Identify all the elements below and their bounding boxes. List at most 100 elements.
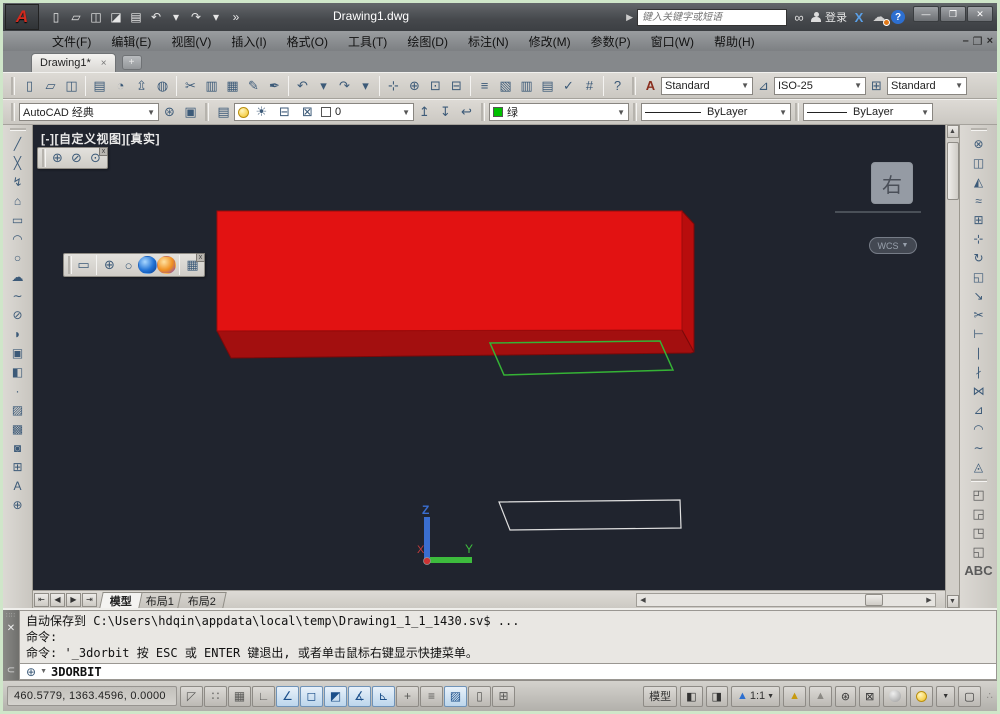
prev-tab-icon[interactable]: ◀: [50, 592, 65, 607]
model-space[interactable]: Z X Y: [33, 125, 945, 590]
help-icon[interactable]: ?: [607, 76, 628, 96]
revision-cloud-icon[interactable]: ☁: [7, 267, 29, 286]
toolbar-grip[interactable]: [68, 256, 72, 274]
next-tab-icon[interactable]: ▶: [66, 592, 81, 607]
match-properties-icon[interactable]: ✎: [243, 76, 264, 96]
qsave-icon[interactable]: ◫: [61, 76, 82, 96]
insert-block-icon[interactable]: ▣: [7, 343, 29, 362]
add-selected-icon[interactable]: ⊕: [7, 495, 29, 514]
open-icon[interactable]: ▱: [40, 76, 61, 96]
doc-close-button[interactable]: ×: [987, 35, 993, 48]
table-style-icon[interactable]: ⊞: [866, 76, 887, 96]
command-input-row[interactable]: ⊕ ▼ 3DORBIT: [19, 663, 997, 680]
toolbar-grip[interactable]: [205, 103, 209, 121]
transparency-display-icon[interactable]: ▨: [444, 685, 467, 707]
hatch-icon[interactable]: ▨: [7, 400, 29, 419]
menu-help[interactable]: 帮助(H): [705, 31, 764, 52]
zoom-previous-icon[interactable]: ⊟: [446, 76, 467, 96]
scale-icon[interactable]: ◱: [968, 267, 990, 286]
scroll-down-icon[interactable]: ▼: [946, 595, 959, 608]
polygon-icon[interactable]: ⌂: [7, 191, 29, 210]
command-customize-icon[interactable]: ⊂: [7, 665, 15, 676]
polar-tracking-icon[interactable]: ∠: [276, 685, 299, 707]
toolbar-grip[interactable]: [42, 149, 46, 167]
layout-tab-模型[interactable]: 模型: [99, 591, 143, 608]
lineweight-display-icon[interactable]: ≡: [420, 685, 443, 707]
doc-restore-button[interactable]: ❐: [973, 35, 983, 48]
color-combo[interactable]: 绿 ▼: [489, 103, 629, 121]
ellipse-icon[interactable]: ⊘: [7, 305, 29, 324]
arc-icon[interactable]: ◠: [7, 229, 29, 248]
erase-icon[interactable]: ⊗: [968, 134, 990, 153]
first-tab-icon[interactable]: ⇤: [34, 592, 49, 607]
blend-curves-icon[interactable]: ∼: [968, 438, 990, 457]
chamfer-icon[interactable]: ⊿: [968, 400, 990, 419]
annotation-auto-scale-icon[interactable]: ▲: [808, 685, 832, 707]
workspace-combo[interactable]: AutoCAD 经典 ▼: [19, 103, 159, 121]
layer-match-icon[interactable]: ↧: [435, 102, 456, 122]
scroll-right-icon[interactable]: ▶: [923, 594, 935, 606]
restore-button[interactable]: ❐: [940, 6, 966, 22]
exchange-apps-icon[interactable]: X: [851, 10, 867, 25]
paste-icon[interactable]: ▦: [222, 76, 243, 96]
dynamic-ucs-icon[interactable]: ⊾: [372, 685, 395, 707]
menu-window[interactable]: 窗口(W): [642, 31, 703, 52]
pan-icon[interactable]: ⊹: [383, 76, 404, 96]
layer-on-icon[interactable]: [238, 106, 249, 118]
workspace-settings-icon[interactable]: ⊛: [159, 102, 180, 122]
menu-dimension[interactable]: 标注(N): [459, 31, 518, 52]
dim-style-icon[interactable]: ⊿: [753, 76, 774, 96]
copy-icon[interactable]: ◫: [968, 153, 990, 172]
close-icon[interactable]: x: [196, 253, 205, 262]
autocad-logo[interactable]: A: [5, 4, 39, 30]
layer-properties-icon[interactable]: ▤: [213, 102, 234, 122]
command-window-close-icon[interactable]: ✕: [7, 623, 15, 634]
toolbar-grip[interactable]: [970, 128, 987, 131]
layer-freeze-icon[interactable]: ☀: [251, 102, 272, 122]
3d-wireframe-icon[interactable]: ⊕: [100, 256, 119, 274]
zoom-window-icon[interactable]: ⊡: [425, 76, 446, 96]
menu-format[interactable]: 格式(O): [278, 31, 337, 52]
toolbar-grip[interactable]: [9, 128, 26, 131]
horizontal-scrollbar[interactable]: ◀ ▶: [636, 593, 936, 607]
join-icon[interactable]: ⋈: [968, 381, 990, 400]
grid-display-icon[interactable]: ▦: [228, 685, 251, 707]
copy-clip-icon[interactable]: ▥: [201, 76, 222, 96]
scroll-up-icon[interactable]: ▲: [946, 125, 959, 138]
red-box-side-face[interactable]: [681, 209, 695, 353]
coordinates-display[interactable]: 460.5779, 1363.4596, 0.0000: [7, 686, 177, 706]
multiline-text-icon[interactable]: A: [7, 476, 29, 495]
quick-properties-icon[interactable]: ▯: [468, 685, 491, 707]
annotation-scale-button[interactable]: ▲ 1:1 ▼: [730, 685, 781, 707]
resize-grip[interactable]: ∴: [987, 691, 993, 702]
table-icon[interactable]: ⊞: [7, 457, 29, 476]
stretch-icon[interactable]: ↘: [968, 286, 990, 305]
menu-draw[interactable]: 绘图(D): [398, 31, 457, 52]
realistic-icon[interactable]: [138, 256, 157, 274]
white-parallelogram[interactable]: [498, 499, 682, 531]
snap-mode-icon[interactable]: ∷: [204, 685, 227, 707]
2d-wireframe-icon[interactable]: ▭: [74, 256, 93, 274]
line-icon[interactable]: ╱: [7, 134, 29, 153]
quick-view-layouts-icon[interactable]: ◧: [680, 685, 703, 707]
plot-icon[interactable]: ▤: [89, 76, 110, 96]
make-object-layer-current-icon[interactable]: ↥: [414, 102, 435, 122]
layer-combo[interactable]: ☀ ⊟ ⊠ 0 ▼: [234, 103, 414, 121]
quick-view-drawings-icon[interactable]: ◨: [705, 685, 728, 707]
polyline-icon[interactable]: ↯: [7, 172, 29, 191]
point-icon[interactable]: ·: [7, 381, 29, 400]
red-box-bottom-face[interactable]: [216, 329, 695, 359]
offset-icon[interactable]: ≈: [968, 191, 990, 210]
annotation-visibility-icon[interactable]: ▲: [783, 685, 806, 707]
menu-tools[interactable]: 工具(T): [339, 31, 396, 52]
toolbar-grip[interactable]: [970, 479, 987, 482]
send-to-back-icon[interactable]: ◲: [968, 504, 990, 523]
open-icon[interactable]: ▱: [67, 8, 85, 26]
layout-tab-布局2[interactable]: 布局2: [177, 591, 227, 608]
redo-icon[interactable]: ↷: [187, 8, 205, 26]
send-under-objects-icon[interactable]: ◱: [968, 542, 990, 561]
constrained-orbit-icon[interactable]: ⊕: [48, 149, 67, 167]
properties-icon[interactable]: ≡: [474, 76, 495, 96]
circle-icon[interactable]: ○: [7, 248, 29, 267]
menu-modify[interactable]: 修改(M): [520, 31, 580, 52]
